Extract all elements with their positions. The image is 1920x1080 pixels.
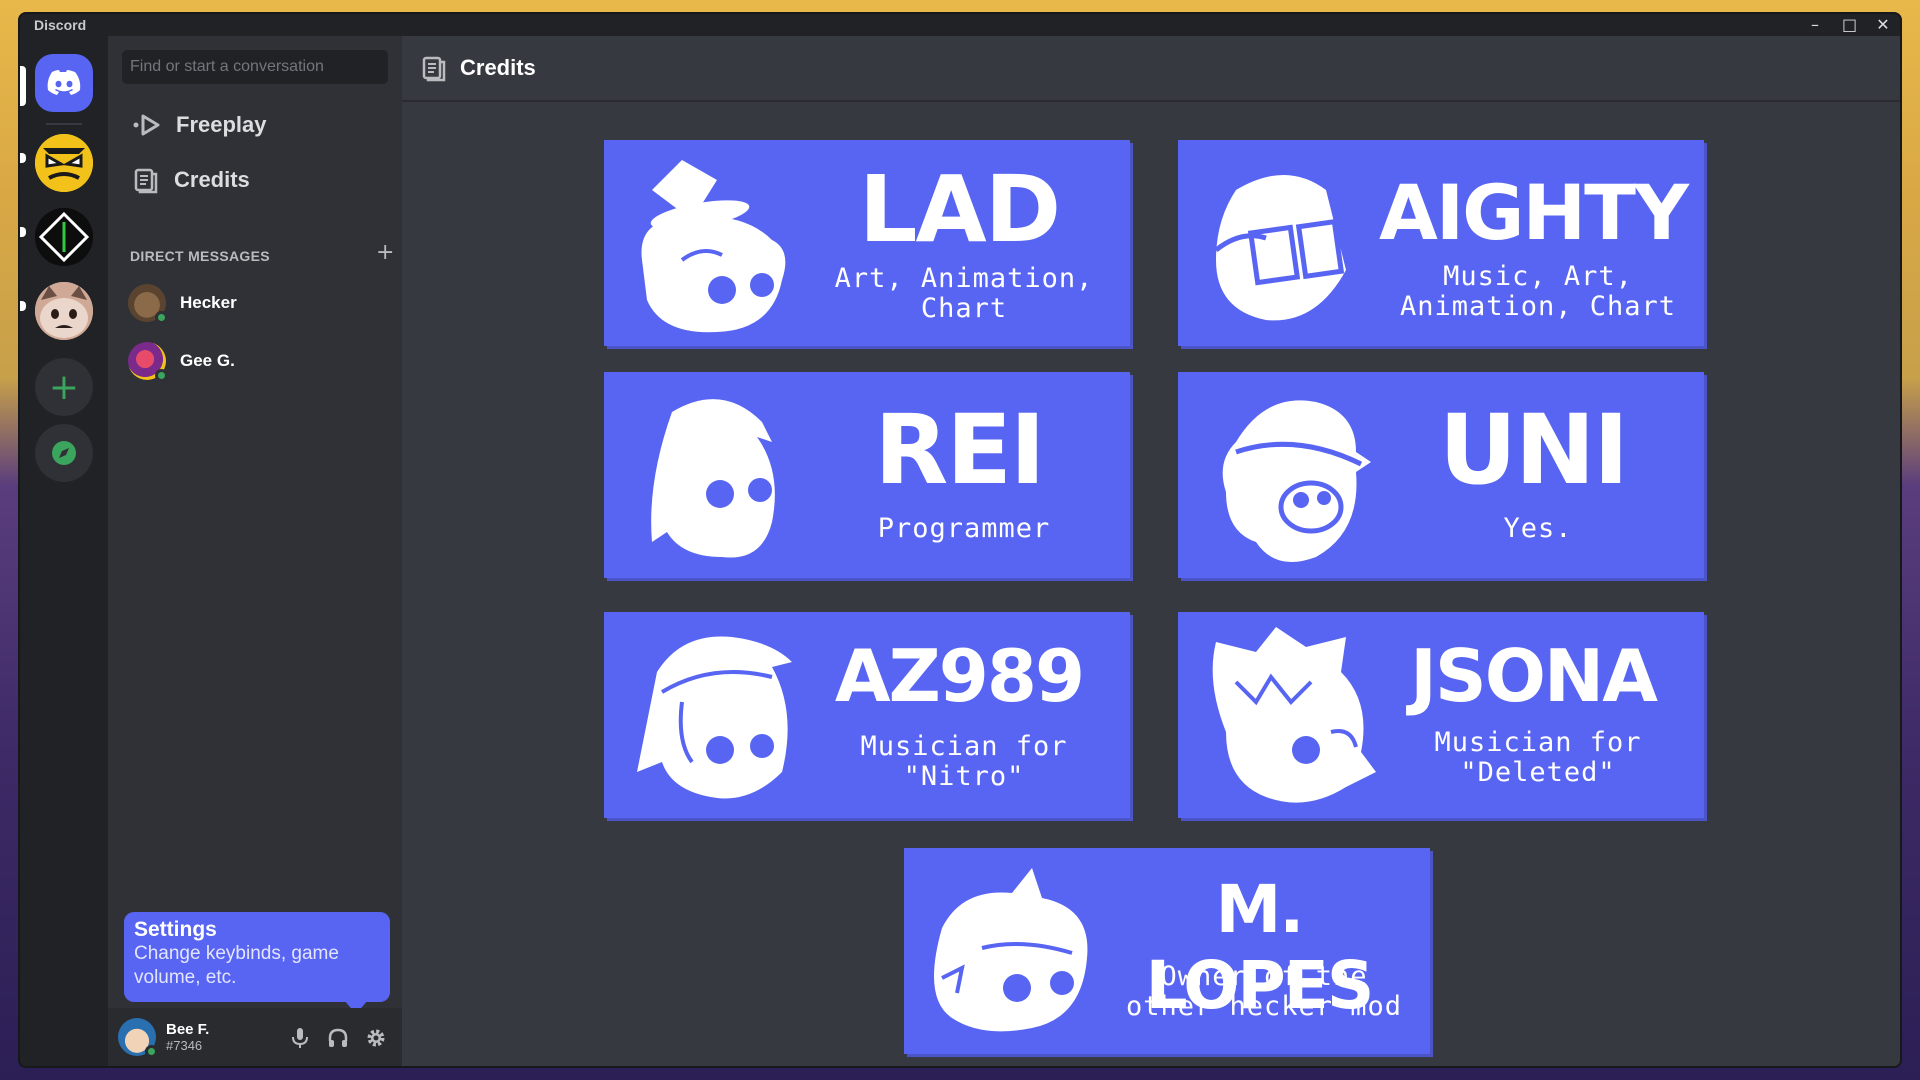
mute-button[interactable] <box>288 1026 312 1050</box>
uni-portrait-icon <box>1222 400 1371 562</box>
nav-freeplay-label: Freeplay <box>176 112 267 137</box>
headphones-icon <box>328 1028 348 1047</box>
credit-name: UNI <box>1438 394 1629 506</box>
az989-portrait-icon <box>637 636 792 799</box>
add-server-button[interactable]: + <box>35 358 93 416</box>
app-window: Discord – □ ✕ + Find or start a conversa… <box>20 14 1900 1066</box>
credit-role: Owner of the other hecker mod <box>1125 961 1403 1022</box>
credit-role: Yes. <box>1503 513 1573 544</box>
credit-name: REI <box>874 394 1045 506</box>
deafen-button[interactable] <box>326 1026 350 1050</box>
dm-name: Hecker <box>180 293 237 312</box>
main-content: Credits LAD Art, Animation, Chart AIGHTY… <box>402 36 1900 1066</box>
avatar <box>128 342 168 382</box>
document-icon <box>134 168 158 194</box>
create-dm-button[interactable]: + <box>376 240 394 265</box>
credit-card-az989: AZ989 Musician for "Nitro" <box>604 612 1130 818</box>
dm-name: Gee G. <box>180 351 235 370</box>
m-lopes-portrait-icon <box>934 868 1088 1032</box>
settings-tooltip: Settings Change keybinds, game volume, e… <box>124 912 390 1014</box>
credit-role: Programmer <box>877 513 1051 544</box>
unread-pill <box>20 301 26 311</box>
lad-portrait-icon <box>641 160 786 333</box>
credit-role: Art, Animation, Chart <box>834 263 1094 324</box>
search-input[interactable]: Find or start a conversation <box>122 50 388 84</box>
credit-name: AZ989 <box>834 634 1085 718</box>
explore-servers-button[interactable] <box>35 424 93 482</box>
nav-credits[interactable]: Credits <box>132 166 250 194</box>
username: Bee F. <box>166 1021 210 1038</box>
unread-pill <box>20 227 26 237</box>
user-tag: #7346 <box>166 1038 203 1053</box>
credit-card-uni: UNI Yes. <box>1178 372 1704 578</box>
user-info: Bee F. #7346 <box>166 1021 209 1053</box>
credit-card-aighty: AIGHTY Music, Art, Animation, Chart <box>1178 140 1704 346</box>
jsona-portrait-icon <box>1212 627 1376 803</box>
credit-role: Musician for "Deleted" <box>1434 727 1642 788</box>
nav-freeplay[interactable]: Freeplay <box>132 112 267 138</box>
credit-name: JSONA <box>1410 634 1658 718</box>
credit-role: Music, Art, Animation, Chart <box>1399 261 1677 322</box>
header-icon-wrap <box>420 54 448 82</box>
server-separator <box>46 123 82 125</box>
cat-face-icon <box>35 282 93 340</box>
maximize-button[interactable]: □ <box>1842 14 1857 36</box>
channel-header: Credits <box>402 36 1900 102</box>
dm-sidebar: Find or start a conversation Freeplay Cr… <box>108 36 402 1066</box>
diamond-icon <box>35 208 93 266</box>
document-icon <box>422 56 446 82</box>
aighty-portrait-icon <box>1214 175 1346 321</box>
discord-logo-icon <box>47 70 81 95</box>
window-controls: – □ ✕ <box>1808 14 1890 36</box>
angry-face-icon <box>35 134 93 192</box>
tooltip-body: Change keybinds, game volume, etc. <box>134 943 339 988</box>
microphone-icon <box>292 1028 308 1048</box>
app-name: Discord <box>34 17 87 33</box>
online-status-dot <box>155 311 168 324</box>
credit-name: LAD <box>858 156 1061 263</box>
user-panel: Bee F. #7346 <box>108 1008 402 1066</box>
compass-icon <box>52 441 76 465</box>
credit-role: Musician for "Nitro" <box>860 731 1068 792</box>
unread-pill <box>20 153 26 163</box>
server-angry-face[interactable] <box>35 134 93 192</box>
rei-portrait-icon <box>651 399 775 558</box>
page-title: Credits <box>460 55 536 80</box>
user-controls <box>288 1026 388 1050</box>
online-status-dot <box>145 1045 158 1058</box>
selected-pill <box>20 66 26 106</box>
play-icon <box>133 114 160 136</box>
dm-item-hecker[interactable]: Hecker <box>128 284 237 324</box>
tooltip-title: Settings <box>134 918 217 941</box>
plus-icon: + <box>48 366 80 408</box>
credit-card-jsona: JSONA Musician for "Deleted" <box>1178 612 1704 818</box>
minimize-button[interactable]: – <box>1808 14 1822 36</box>
server-cat[interactable] <box>35 282 93 340</box>
server-diamond[interactable] <box>35 208 93 266</box>
credit-card-m-lopes: M. LOPES Owner of the other hecker mod <box>904 848 1430 1054</box>
user-avatar[interactable] <box>118 1018 158 1058</box>
credit-name: AIGHTY <box>1379 168 1689 257</box>
dm-item-gee-g[interactable]: Gee G. <box>128 342 235 382</box>
dm-section-header: DIRECT MESSAGES <box>130 248 270 264</box>
credit-card-lad: LAD Art, Animation, Chart <box>604 140 1130 346</box>
nav-credits-label: Credits <box>174 167 250 192</box>
gear-icon <box>367 1029 385 1047</box>
title-bar: Discord – □ ✕ <box>20 14 1900 36</box>
user-settings-button[interactable] <box>364 1026 388 1050</box>
avatar <box>128 284 168 324</box>
credit-card-rei: REI Programmer <box>604 372 1130 578</box>
online-status-dot <box>155 369 168 382</box>
server-rail: + <box>20 36 108 1066</box>
home-button[interactable] <box>35 54 93 112</box>
close-button[interactable]: ✕ <box>1876 14 1890 36</box>
